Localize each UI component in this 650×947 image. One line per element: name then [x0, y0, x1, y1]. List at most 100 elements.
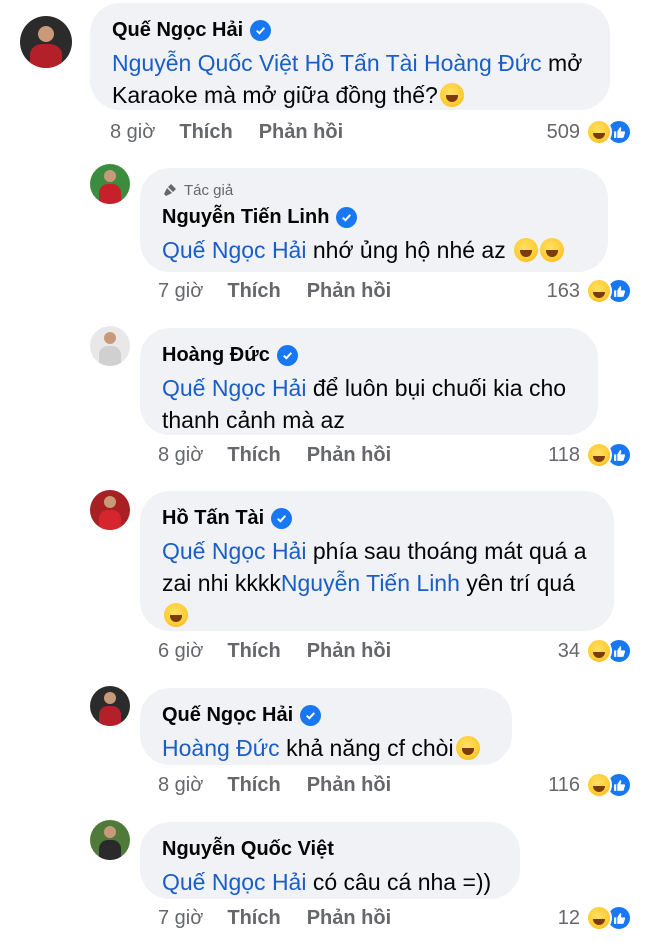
comment-text: Quế Ngọc Hải nhớ ủng hộ nhé az: [162, 234, 586, 266]
haha-reaction-icon: [586, 772, 612, 798]
comment-actions: 7 giờ Thích Phản hồi: [158, 904, 391, 932]
reply-button[interactable]: Phản hồi: [307, 280, 391, 303]
reaction-summary[interactable]: 163: [547, 277, 632, 305]
haha-reaction-icon: [586, 278, 612, 304]
comment-timestamp[interactable]: 7 giờ: [158, 280, 203, 303]
verified-badge-icon: [271, 507, 293, 529]
verified-badge-icon: [300, 704, 322, 726]
mention-link[interactable]: Nguyễn Tiến Linh: [281, 570, 460, 596]
reaction-summary[interactable]: 12: [558, 904, 632, 932]
comment-bubble: Hoàng Đức Quế Ngọc Hải để luôn bụi chuối…: [140, 328, 598, 435]
laughing-emoji-icon: [455, 736, 480, 760]
comment-actions: 8 giờ Thích Phản hồi: [158, 441, 391, 469]
verified-badge-icon: [336, 206, 358, 228]
comment-text-run: nhớ ủng hộ nhé az: [306, 237, 513, 263]
comment-actions: 8 giờ Thích Phản hồi: [158, 771, 391, 799]
comment-timestamp[interactable]: 8 giờ: [110, 121, 155, 144]
comment-text-run: thanh cảnh mà az: [162, 407, 345, 433]
like-button[interactable]: Thích: [227, 280, 280, 303]
comment-actions: 6 giờ Thích Phản hồi: [158, 637, 391, 665]
reply-button[interactable]: Phản hồi: [259, 121, 343, 144]
comment-text: Quế Ngọc Hải để luôn bụi chuối kia cho th…: [162, 372, 576, 436]
comment-text-run: yên trí quá: [459, 570, 575, 596]
laughing-emoji-icon: [514, 238, 539, 262]
commenter-name[interactable]: Quế Ngọc Hải: [162, 704, 293, 727]
like-button[interactable]: Thích: [227, 774, 280, 797]
comment-line: Quế Ngọc Hải có câu cá nha =)): [162, 866, 498, 898]
comment-timestamp[interactable]: 6 giờ: [158, 640, 203, 663]
comment-line: Quế Ngọc Hải phía sau thoáng mát quá a: [162, 535, 592, 567]
mention-link[interactable]: Quế Ngọc Hải: [162, 538, 306, 564]
comment-text-run: mở: [541, 50, 583, 76]
avatar[interactable]: [20, 16, 72, 68]
commenter-name[interactable]: Hoàng Đức: [162, 344, 270, 367]
microphone-icon: [164, 184, 176, 196]
reaction-count: 116: [548, 773, 580, 796]
comment-bubble: Quế Ngọc Hải Nguyễn Quốc Việt Hồ Tấn Tài…: [90, 3, 610, 110]
comment-text-run: khả năng cf chòi: [279, 735, 454, 761]
commenter-name[interactable]: Nguyễn Quốc Việt: [162, 838, 334, 861]
reaction-summary[interactable]: 116: [548, 771, 632, 799]
reaction-count: 118: [548, 443, 580, 466]
comment-text-run: để luôn bụi chuối kia cho: [306, 375, 567, 401]
comment-timestamp[interactable]: 8 giờ: [158, 444, 203, 467]
laughing-emoji-icon: [164, 603, 188, 627]
laughing-emoji-icon: [439, 83, 464, 107]
reaction-summary[interactable]: 118: [548, 441, 632, 469]
mention-link[interactable]: Quế Ngọc Hải: [162, 375, 306, 401]
comment-timestamp[interactable]: 7 giờ: [158, 907, 203, 930]
avatar[interactable]: [90, 686, 130, 726]
laughing-emoji-icon: [540, 238, 565, 262]
avatar[interactable]: [90, 326, 130, 366]
commenter-name[interactable]: Hồ Tấn Tài: [162, 507, 264, 530]
comment-line: thanh cảnh mà az: [162, 404, 576, 436]
author-tag-label: Tác giả: [184, 181, 234, 199]
comment-timestamp[interactable]: 8 giờ: [158, 774, 203, 797]
reaction-count: 34: [557, 639, 580, 662]
comment-line: Nguyễn Quốc Việt Hồ Tấn Tài Hoàng Đức mở: [112, 47, 588, 79]
avatar[interactable]: [90, 820, 130, 860]
reply-button[interactable]: Phản hồi: [307, 444, 391, 467]
mention-link[interactable]: Hoàng Đức: [162, 735, 280, 761]
reaction-count: 12: [557, 906, 580, 929]
comment-text-run: zai nhi kkkk: [162, 570, 281, 596]
comment-bubble: Tác giả Nguyễn Tiến Linh Quế Ngọc Hải nh…: [140, 168, 608, 272]
commenter-name[interactable]: Nguyễn Tiến Linh: [162, 206, 329, 229]
like-button[interactable]: Thích: [227, 907, 280, 930]
reply-button[interactable]: Phản hồi: [307, 774, 391, 797]
like-button[interactable]: Thích: [227, 640, 280, 663]
comment-line: Karaoke mà mở giữa đồng thế?: [112, 79, 588, 111]
comment-text-run: phía sau thoáng mát quá a: [306, 538, 587, 564]
reaction-count: 509: [546, 120, 580, 143]
comment-line: Quế Ngọc Hải để luôn bụi chuối kia cho: [162, 372, 576, 404]
comment-text: Quế Ngọc Hải có câu cá nha =)): [162, 866, 498, 898]
like-button[interactable]: Thích: [179, 121, 232, 144]
comment-line: [162, 599, 592, 631]
haha-reaction-icon: [586, 905, 612, 931]
mention-link[interactable]: Nguyễn Quốc Việt Hồ Tấn Tài Hoàng Đức: [112, 50, 542, 76]
comment-text-run: có câu cá nha =)): [306, 869, 492, 895]
avatar[interactable]: [90, 164, 130, 204]
comment-text: Quế Ngọc Hải phía sau thoáng mát quá a za…: [162, 535, 592, 631]
mention-link[interactable]: Quế Ngọc Hải: [162, 237, 306, 263]
reply-button[interactable]: Phản hồi: [307, 640, 391, 663]
comment-actions: 8 giờ Thích Phản hồi: [110, 118, 343, 146]
comment-line: Quế Ngọc Hải nhớ ủng hộ nhé az: [162, 234, 586, 266]
haha-reaction-icon: [586, 442, 612, 468]
comment-bubble: Quế Ngọc Hải Hoàng Đức khả năng cf chòi: [140, 688, 512, 765]
author-tag: Tác giả: [162, 180, 586, 200]
reaction-summary[interactable]: 509: [547, 118, 632, 146]
commenter-name[interactable]: Quế Ngọc Hải: [112, 19, 243, 42]
reply-button[interactable]: Phản hồi: [307, 907, 391, 930]
comment-text: Nguyễn Quốc Việt Hồ Tấn Tài Hoàng Đức mở…: [112, 47, 588, 111]
reaction-count: 163: [546, 279, 580, 302]
haha-reaction-icon: [586, 638, 612, 664]
like-button[interactable]: Thích: [227, 444, 280, 467]
mention-link[interactable]: Quế Ngọc Hải: [162, 869, 306, 895]
verified-badge-icon: [250, 19, 272, 41]
avatar[interactable]: [90, 490, 130, 530]
reaction-summary[interactable]: 34: [558, 637, 632, 665]
comment-text-run: Karaoke mà mở giữa đồng thế?: [112, 82, 438, 108]
comment-line: Hoàng Đức khả năng cf chòi: [162, 732, 490, 764]
comment-actions: 7 giờ Thích Phản hồi: [158, 277, 391, 305]
